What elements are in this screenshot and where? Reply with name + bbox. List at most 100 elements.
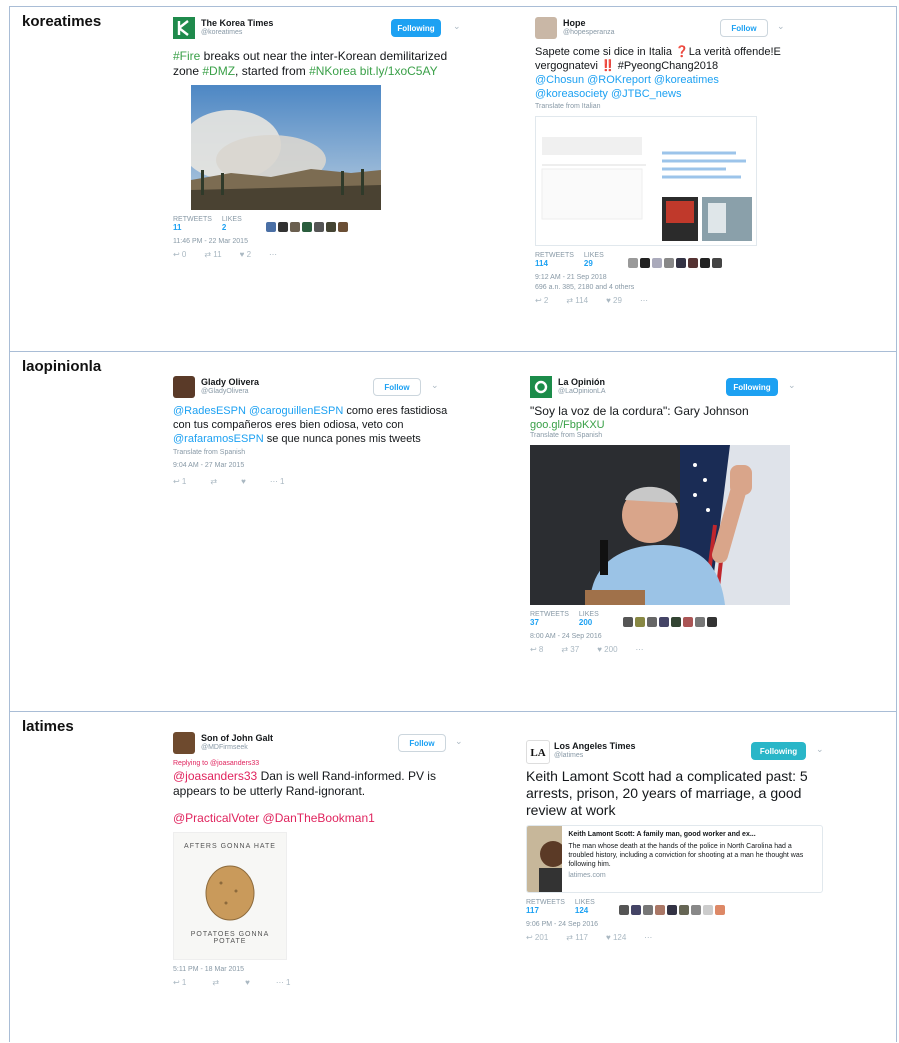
like-icon[interactable]: ♥ 2: [240, 250, 251, 259]
avatar[interactable]: [530, 376, 552, 398]
tweet-timestamp[interactable]: 11:46 PM - 22 Mar 2015: [173, 238, 463, 245]
follow-button[interactable]: Follow: [398, 734, 446, 752]
like-icon[interactable]: ♥: [245, 978, 250, 987]
avatar[interactable]: [712, 258, 722, 268]
avatar[interactable]: [628, 258, 638, 268]
user-name[interactable]: Hope: [563, 18, 586, 28]
avatar[interactable]: [715, 905, 725, 915]
retweet-icon[interactable]: ⇄: [210, 477, 217, 486]
liker-avatars[interactable]: [266, 222, 348, 232]
translate-link[interactable]: Translate from Spanish: [530, 432, 800, 439]
more-icon[interactable]: ⋯: [269, 250, 277, 259]
mention[interactable]: @rafaramosESPN: [173, 433, 264, 445]
translate-link[interactable]: Translate from Italian: [535, 103, 790, 110]
avatar[interactable]: [664, 258, 674, 268]
chevron-down-icon[interactable]: ⌄: [453, 21, 461, 32]
avatar[interactable]: [643, 905, 653, 915]
tweet-timestamp[interactable]: 8:00 AM - 24 Sep 2016: [530, 633, 800, 640]
user-name[interactable]: La Opinión: [558, 377, 605, 387]
mention[interactable]: @joasanders33: [173, 769, 257, 783]
like-icon[interactable]: ♥ 200: [597, 645, 617, 654]
gary-johnson-photo[interactable]: [530, 445, 790, 605]
avatar[interactable]: [695, 617, 705, 627]
hashtag[interactable]: #Fire: [173, 49, 200, 63]
like-count[interactable]: 29: [584, 259, 604, 268]
replying-to[interactable]: Replying to @joasanders33: [173, 760, 463, 767]
retweet-icon[interactable]: ⇄: [212, 978, 219, 987]
follow-button[interactable]: Follow: [720, 19, 768, 37]
avatar[interactable]: [278, 222, 288, 232]
retweet-icon[interactable]: ⇄ 114: [566, 296, 588, 305]
avatar[interactable]: [683, 617, 693, 627]
retweet-icon[interactable]: ⇄ 11: [204, 250, 221, 259]
fire-photo[interactable]: [191, 85, 381, 210]
avatar[interactable]: [676, 258, 686, 268]
more-icon[interactable]: ⋯: [636, 645, 644, 654]
following-button[interactable]: Following: [751, 742, 806, 760]
avatar[interactable]: [659, 617, 669, 627]
avatar[interactable]: [691, 905, 701, 915]
link-card[interactable]: Keith Lamont Scott: A family man, good w…: [526, 825, 823, 893]
avatar[interactable]: [173, 732, 195, 754]
avatar[interactable]: [652, 258, 662, 268]
reply-icon[interactable]: ↩ 0: [173, 250, 186, 259]
avatar[interactable]: [679, 905, 689, 915]
avatar[interactable]: [671, 617, 681, 627]
avatar[interactable]: [647, 617, 657, 627]
tweet-timestamp[interactable]: 9:12 AM - 21 Sep 2018: [535, 274, 790, 281]
more-icon[interactable]: ⋯ 1: [270, 477, 285, 486]
avatar[interactable]: [623, 617, 633, 627]
reply-icon[interactable]: ↩ 201: [526, 933, 548, 942]
reply-icon[interactable]: ↩ 2: [535, 296, 548, 305]
avatar[interactable]: [635, 617, 645, 627]
retweet-icon[interactable]: ⇄ 37: [561, 645, 579, 654]
reply-icon[interactable]: ↩ 8: [530, 645, 543, 654]
like-count[interactable]: 200: [579, 618, 599, 627]
like-icon[interactable]: ♥: [241, 477, 246, 486]
avatar[interactable]: [707, 617, 717, 627]
mention[interactable]: @RadesESPN @caroguillenESPN: [173, 405, 343, 417]
avatar[interactable]: [302, 222, 312, 232]
more-icon[interactable]: ⋯: [640, 296, 648, 305]
user-name[interactable]: Glady Olivera: [201, 377, 259, 387]
user-name[interactable]: The Korea Times: [201, 18, 273, 28]
like-count[interactable]: 2: [222, 223, 242, 232]
retweet-count[interactable]: 37: [530, 618, 569, 627]
like-icon[interactable]: ♥ 124: [606, 933, 626, 942]
tweet-link[interactable]: bit.ly/1xoC5AY: [356, 64, 437, 78]
chevron-down-icon[interactable]: ⌄: [777, 21, 785, 32]
more-icon[interactable]: ⋯: [644, 933, 652, 942]
following-button[interactable]: Following: [726, 378, 778, 396]
reply-icon[interactable]: ↩ 1: [173, 477, 186, 486]
retweet-count[interactable]: 114: [535, 259, 574, 268]
avatar[interactable]: [640, 258, 650, 268]
follow-button[interactable]: Follow: [373, 378, 421, 396]
liker-avatars[interactable]: [623, 617, 717, 627]
avatar[interactable]: [338, 222, 348, 232]
retweet-others[interactable]: 696 a.n. 385, 2180 and 4 others: [535, 284, 790, 291]
chevron-down-icon[interactable]: ⌄: [788, 380, 796, 391]
like-count[interactable]: 124: [575, 906, 595, 915]
avatar[interactable]: [667, 905, 677, 915]
more-icon[interactable]: ⋯ 1: [276, 978, 291, 987]
avatar[interactable]: [688, 258, 698, 268]
chevron-down-icon[interactable]: ⌄: [816, 744, 824, 755]
avatar[interactable]: [631, 905, 641, 915]
avatar[interactable]: [266, 222, 276, 232]
like-icon[interactable]: ♥ 29: [606, 296, 622, 305]
avatar[interactable]: [535, 17, 557, 39]
reply-icon[interactable]: ↩ 1: [173, 978, 186, 987]
tweet-timestamp[interactable]: 5:11 PM - 18 Mar 2015: [173, 966, 463, 973]
translate-link[interactable]: Translate from Spanish: [173, 449, 448, 456]
avatar[interactable]: [703, 905, 713, 915]
avatar[interactable]: [326, 222, 336, 232]
avatar[interactable]: [173, 17, 195, 39]
avatar[interactable]: [314, 222, 324, 232]
avatar[interactable]: [173, 376, 195, 398]
avatar[interactable]: [655, 905, 665, 915]
tweet-mentions[interactable]: @PracticalVoter @DanTheBookman1: [173, 811, 463, 826]
tweet-mentions[interactable]: @Chosun @ROKreport @koreatimes @koreasoc…: [535, 73, 790, 101]
collage-image[interactable]: [535, 116, 757, 246]
avatar[interactable]: [619, 905, 629, 915]
following-button[interactable]: Following: [391, 19, 441, 37]
